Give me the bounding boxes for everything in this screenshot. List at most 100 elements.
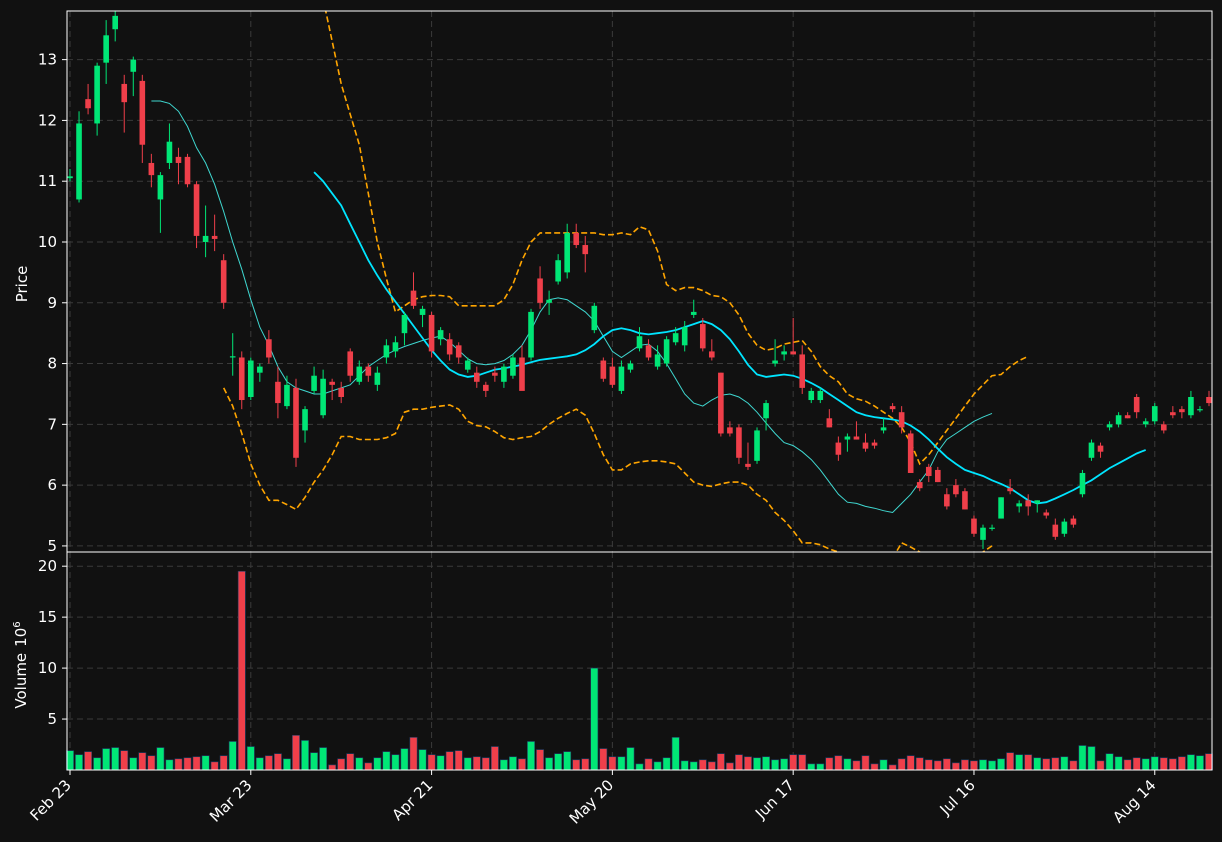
volume-bar <box>84 751 92 771</box>
volume-bar <box>1078 745 1087 771</box>
volume-bar <box>328 764 337 771</box>
candlestick-chart: 5 6 7 8 9 10 11 12 13 5 10 15 20 Feb 23 Mar 23 Apr 21 Ma… <box>12 10 1213 828</box>
volume-bar <box>590 667 599 771</box>
candle-body <box>392 342 399 352</box>
volume-bar <box>264 755 273 771</box>
candle-body <box>202 235 209 242</box>
candle-body <box>175 156 182 163</box>
volume-bar <box>273 753 282 771</box>
volume-tick-label: 10 <box>38 659 57 677</box>
candle-body <box>817 390 824 401</box>
volume-bar <box>201 755 210 771</box>
candle-body <box>582 245 589 255</box>
volume-bar <box>1114 756 1123 771</box>
volume-bar <box>897 758 906 771</box>
volume-bar <box>933 760 942 771</box>
candle-body <box>139 80 146 145</box>
candle-body <box>94 65 100 124</box>
candle-body <box>103 35 109 63</box>
volume-bar <box>436 755 445 771</box>
volume-bar <box>283 758 291 771</box>
volume-bar <box>138 752 147 771</box>
price-tick-label: 6 <box>47 476 57 494</box>
volume-bar <box>825 757 834 771</box>
candle-body <box>428 314 435 352</box>
candle-body <box>600 360 607 379</box>
price-tick-label: 5 <box>47 537 57 555</box>
candle-body <box>799 354 806 388</box>
volume-bar <box>536 749 544 771</box>
volume-bar <box>1051 757 1060 771</box>
candle-body <box>808 390 815 401</box>
candle-body <box>1007 488 1013 492</box>
upper-band-line <box>324 11 1029 466</box>
volume-bar <box>1177 756 1186 771</box>
volume-bar <box>165 759 174 771</box>
volume-bar <box>680 760 689 771</box>
axes: 5 6 7 8 9 10 11 12 13 5 10 15 20 Feb 23 Mar 23 Apr 21 Ma… <box>26 10 1213 828</box>
candle-body <box>718 372 724 434</box>
candle-body <box>681 327 688 346</box>
volume-bar <box>924 759 933 771</box>
volume-bar <box>653 761 662 771</box>
candle-body <box>727 427 733 434</box>
candle-body <box>275 381 281 404</box>
candle-body <box>971 518 977 534</box>
volume-label-text: Volume <box>12 653 30 709</box>
volume-bar <box>572 759 581 771</box>
volume-bar <box>753 757 761 771</box>
volume-bar <box>292 735 300 771</box>
candle-body <box>1160 424 1167 431</box>
volume-bar <box>246 746 255 771</box>
candle-body <box>898 412 905 428</box>
volume-bar <box>816 763 825 771</box>
volume-bar <box>1006 752 1015 771</box>
candle-body <box>220 260 227 303</box>
volume-bar <box>744 756 752 771</box>
volume-bar <box>988 760 996 771</box>
volume-bar <box>481 757 490 771</box>
volume-bar <box>662 757 671 771</box>
volume-bar <box>301 740 309 771</box>
volume-bar <box>1132 757 1141 771</box>
candle-body <box>1197 409 1203 411</box>
candle-body <box>76 123 82 200</box>
volume-bar <box>192 756 201 771</box>
candle-body <box>980 527 986 540</box>
candle-body <box>844 436 851 440</box>
volume-bar <box>499 759 508 771</box>
candle-body <box>672 333 679 343</box>
volume-bar <box>608 756 617 771</box>
volume-bar <box>1159 757 1168 771</box>
volume-bar <box>210 761 219 771</box>
candle-body <box>257 366 263 373</box>
candle-body <box>419 308 426 315</box>
volume-bar <box>879 759 888 771</box>
candle-body <box>944 494 950 507</box>
volume-exponent-power: 6 <box>12 621 23 627</box>
volume-bar <box>228 741 237 771</box>
candle-body <box>446 339 453 355</box>
candle-body <box>1170 412 1176 416</box>
x-tick-label: Jun 17 <box>751 776 798 823</box>
candle-body <box>356 366 363 382</box>
candle-body <box>1034 500 1041 504</box>
candle-body <box>510 357 516 376</box>
candle-body <box>184 156 191 185</box>
volume-bar <box>843 758 852 771</box>
volume-exponent-base: 10 <box>12 628 30 647</box>
x-tick-label: May 20 <box>566 776 618 828</box>
candle-body <box>989 527 995 529</box>
volume-bar <box>509 756 517 771</box>
volume-bar <box>219 755 228 771</box>
candle-body <box>862 442 869 449</box>
volume-bar <box>1141 758 1150 771</box>
candle-body <box>998 497 1004 519</box>
volume-bar <box>1105 753 1114 771</box>
volume-bar <box>1187 754 1195 771</box>
volume-bar <box>870 763 879 771</box>
volume-bar <box>463 757 472 771</box>
volume-bar <box>75 754 83 771</box>
candle-body <box>953 485 959 495</box>
volume-bar <box>888 764 897 771</box>
